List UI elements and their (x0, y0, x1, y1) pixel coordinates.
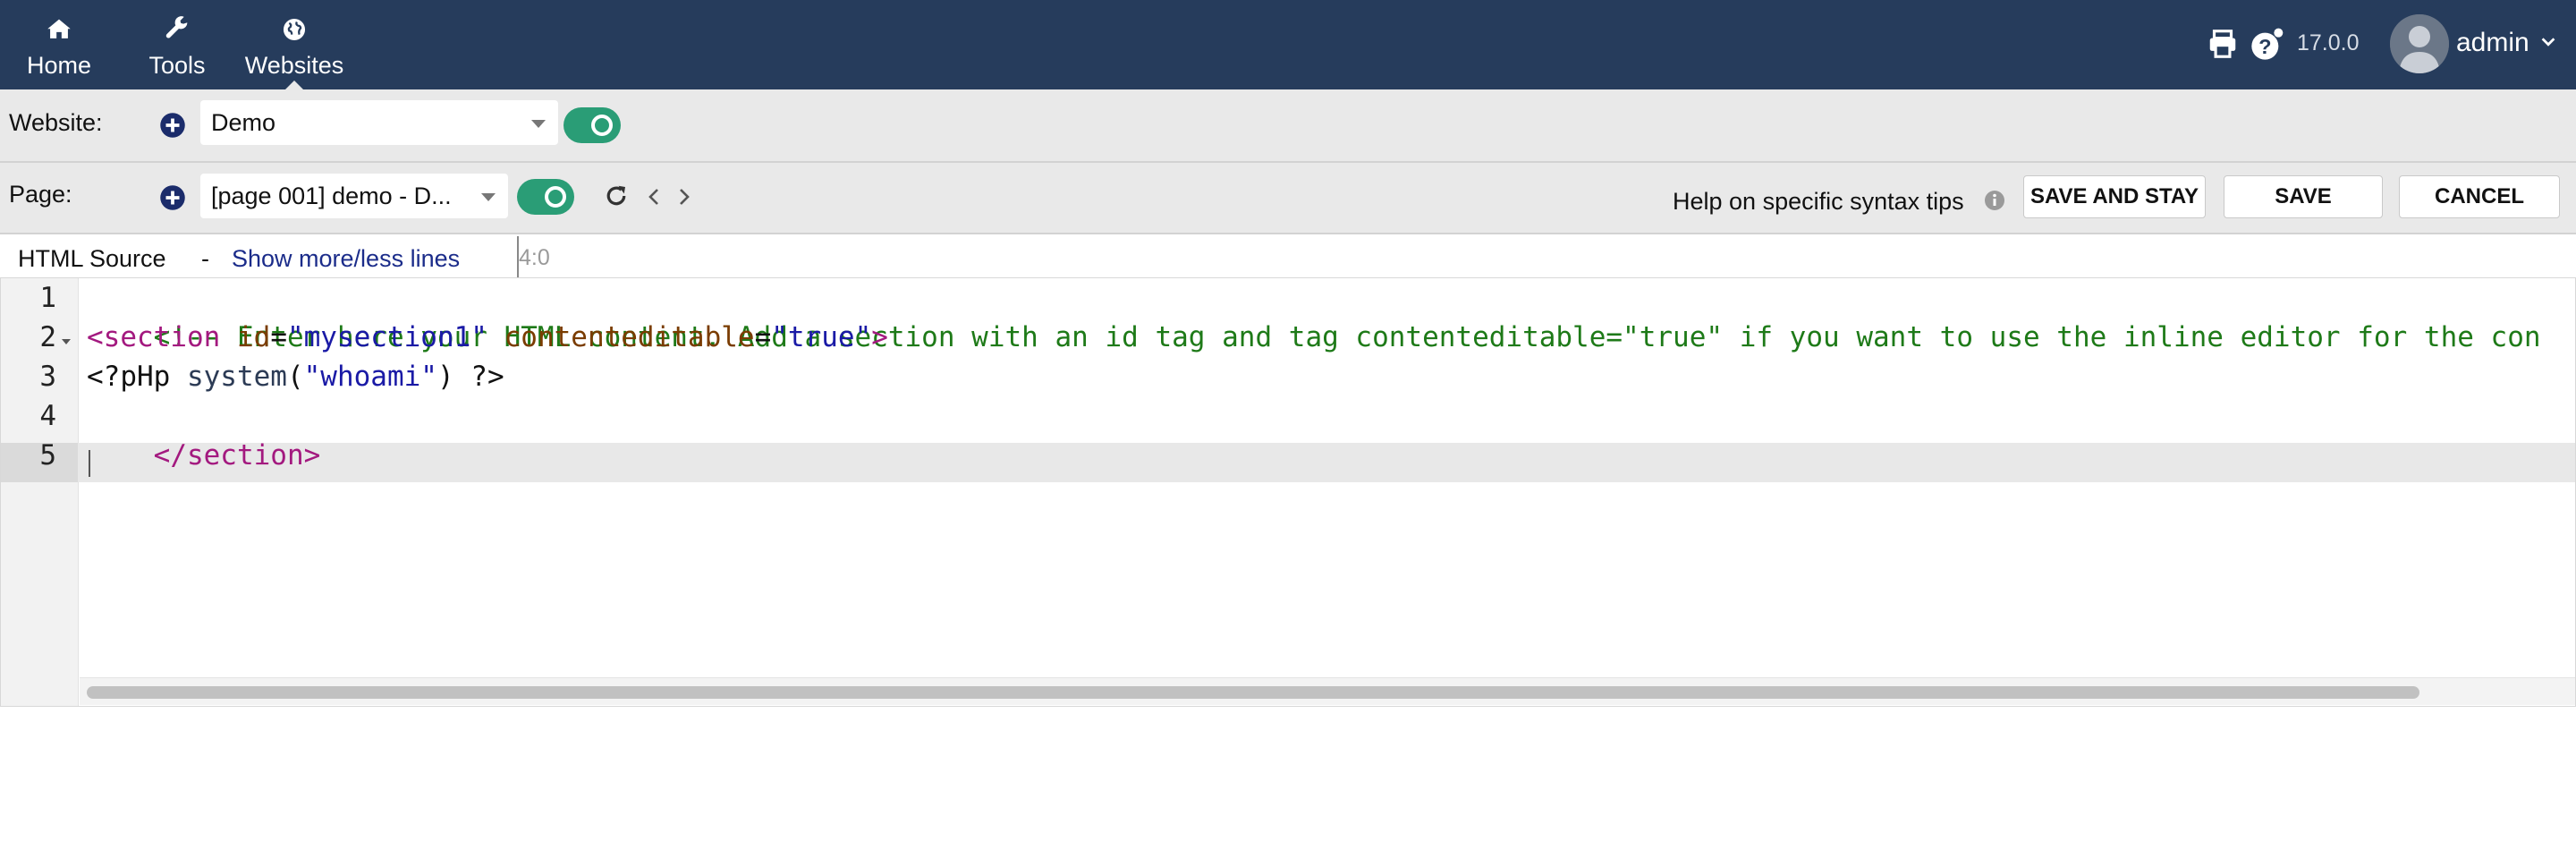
nav-home[interactable]: Home (27, 0, 91, 89)
globe-icon (283, 18, 306, 41)
user-avatar-icon (2390, 14, 2449, 73)
website-select-value: Demo (211, 109, 276, 136)
editor-header: HTML Source - Show more/less lines 4:0 (0, 234, 2576, 277)
refresh-icon[interactable] (603, 183, 630, 209)
attr-name: contenteditable (504, 321, 755, 353)
save-button[interactable]: SAVE (2224, 175, 2383, 218)
toggle-knob (591, 115, 613, 136)
website-enabled-toggle[interactable] (564, 107, 621, 143)
function-name: system (186, 361, 287, 393)
string-literal: "whoami" (303, 361, 437, 393)
page-enabled-toggle[interactable] (517, 179, 574, 215)
text-cursor (89, 450, 90, 477)
nav-home-label: Home (26, 52, 92, 79)
nav-tools[interactable]: Tools (145, 0, 209, 89)
wrench-icon (165, 16, 188, 38)
code-editor[interactable]: 1 2 3 4 5 <!-- Enter here your HTML cont… (0, 277, 2576, 707)
attr-value: "true" (771, 321, 872, 353)
nav-websites-label: Websites (244, 52, 344, 79)
active-line-highlight (78, 443, 2575, 482)
code-line-1[interactable]: <!-- Enter here your HTML content. Add a… (87, 278, 2541, 353)
website-row: Website: Demo (0, 89, 2576, 163)
fold-arrow-icon[interactable] (62, 339, 71, 344)
info-icon[interactable] (1984, 190, 2005, 211)
help-icon[interactable]: ? (2249, 27, 2284, 63)
line-number: 4 (39, 400, 56, 432)
line-number: 2 (39, 321, 56, 353)
attr-name: id (236, 321, 271, 353)
save-and-stay-button[interactable]: SAVE AND STAY (2023, 175, 2206, 218)
code-line-2[interactable]: <section id="mysection1" contenteditable… (87, 318, 888, 357)
horizontal-scrollbar-thumb[interactable] (87, 686, 2419, 699)
page-select[interactable]: [page 001] demo - D... (200, 174, 508, 218)
cursor-position: 4:0 (519, 245, 550, 270)
print-icon[interactable] (2206, 27, 2240, 61)
code-line-3[interactable]: <?pHp system("whoami") ?> (87, 357, 504, 396)
tag-open: <section (87, 321, 221, 353)
nav-websites[interactable]: Websites (242, 0, 347, 89)
page-label: Page: (9, 181, 72, 208)
username[interactable]: admin (2456, 28, 2529, 58)
toggle-knob (545, 186, 566, 208)
php-open: <?pHp (87, 361, 187, 393)
previous-page-icon[interactable] (644, 184, 665, 209)
header-separator: - (201, 245, 209, 272)
website-select[interactable]: Demo (200, 100, 558, 145)
html-source-label: HTML Source (18, 245, 166, 272)
avatar[interactable] (2390, 14, 2449, 73)
line-number: 1 (39, 282, 56, 314)
code-line-4[interactable]: </section> (87, 396, 321, 471)
equals: = (754, 321, 772, 353)
home-icon (47, 19, 71, 38)
next-page-icon[interactable] (673, 184, 694, 209)
page-select-caret-icon (481, 193, 496, 201)
attr-value: "mysection1" (286, 321, 487, 353)
equals: = (270, 321, 287, 353)
line-number: 5 (39, 439, 56, 471)
show-more-less-lines-link[interactable]: Show more/less lines (232, 245, 460, 273)
add-page-icon[interactable] (159, 184, 186, 211)
active-tab-indicator (285, 81, 303, 89)
code-line-5[interactable] (87, 436, 154, 475)
website-select-caret-icon (531, 120, 546, 128)
header-divider (517, 236, 519, 277)
paren-open: ( (286, 361, 304, 393)
line-number: 3 (39, 361, 56, 393)
chevron-down-icon[interactable] (2538, 32, 2558, 52)
page-select-value: [page 001] demo - D... (211, 183, 452, 209)
php-close: ) ?> (436, 361, 504, 393)
nav-tools-label: Tools (148, 52, 206, 79)
syntax-help-text[interactable]: Help on specific syntax tips (1673, 188, 1964, 216)
tag-close: > (871, 321, 888, 353)
cancel-button[interactable]: CANCEL (2399, 175, 2560, 218)
add-website-icon[interactable] (159, 112, 186, 139)
svg-text:?: ? (2258, 35, 2271, 58)
tag-close: </section> (153, 439, 321, 471)
website-label: Website: (9, 109, 103, 136)
top-navigation-bar: Home Tools Websites ? 17.0.0 admin (0, 0, 2576, 89)
version-label: 17.0.0 (2297, 30, 2360, 55)
